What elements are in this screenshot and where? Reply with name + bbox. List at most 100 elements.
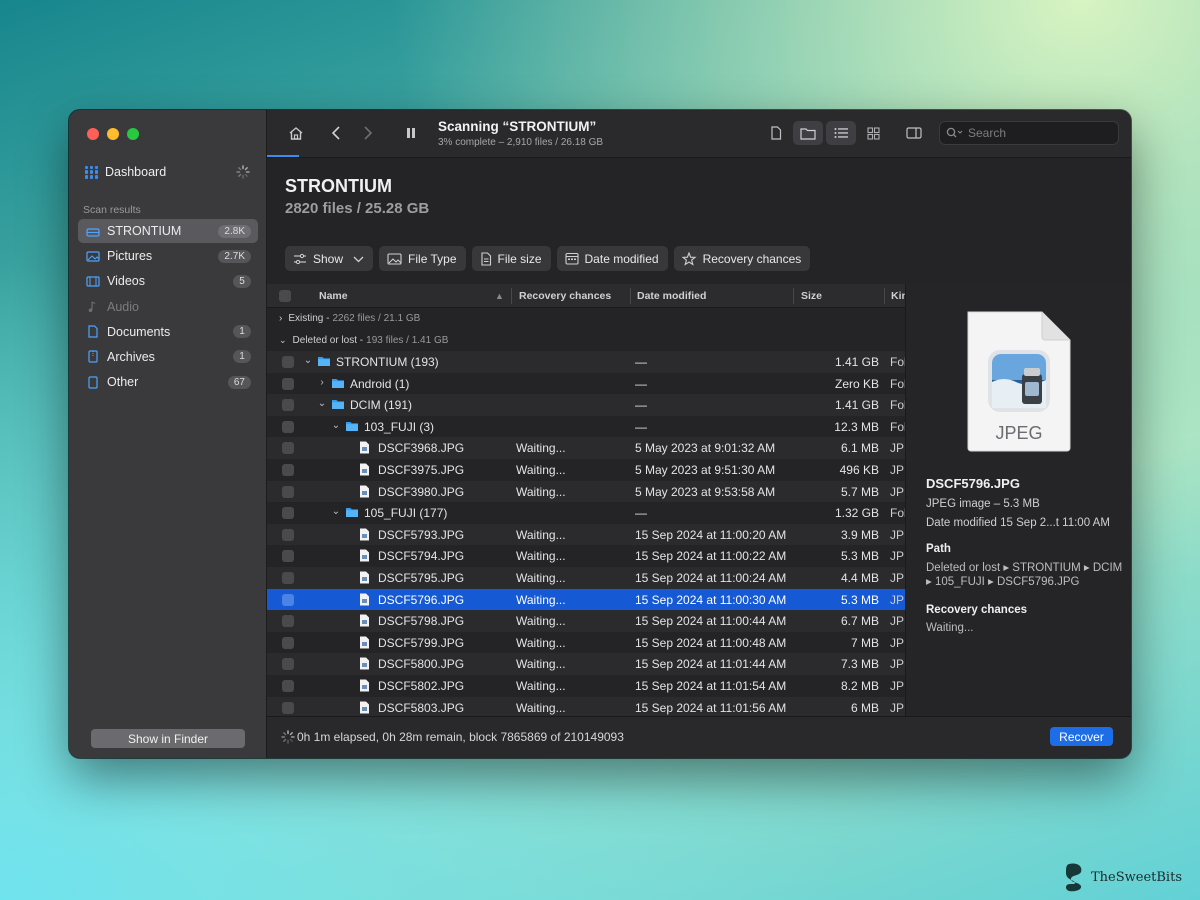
row-checkbox[interactable] — [282, 377, 294, 390]
table-row[interactable]: DSCF3980.JPG Waiting... 5 May 2023 at 9:53… — [267, 480, 905, 503]
row-checkbox[interactable] — [282, 615, 294, 628]
row-size: 6 MB — [850, 700, 879, 715]
dashboard-grid-icon — [85, 165, 98, 179]
sidebar-item-strontium[interactable]: STRONTIUM 2.8K — [78, 219, 258, 243]
image-file-icon — [359, 485, 373, 498]
table-row[interactable]: ⌄ STRONTIUM (193) — 1.41 GB Folder — [267, 351, 905, 373]
chevron-right-icon — [364, 126, 373, 140]
date-modified-filter-button[interactable]: Date modified — [556, 246, 668, 271]
row-checkbox[interactable] — [282, 507, 294, 520]
row-checkbox[interactable] — [282, 356, 294, 368]
home-tab-indicator — [267, 155, 299, 157]
column-divider — [511, 288, 512, 304]
minimize-window-button[interactable] — [107, 128, 119, 140]
table-row[interactable]: DSCF5798.JPG Waiting... 15 Sep 2024 at 11:… — [267, 610, 905, 632]
column-header-kind[interactable]: Kind — [891, 290, 905, 302]
row-checkbox[interactable] — [282, 679, 294, 692]
folder-view-button[interactable] — [793, 121, 823, 145]
search-icon — [946, 127, 963, 138]
table-row[interactable]: ⌄ 103_FUJI (3) — 12.3 MB Folder — [267, 416, 905, 438]
grid-view-button[interactable] — [858, 121, 888, 145]
sidebar-item-dashboard[interactable]: Dashboard — [85, 162, 254, 182]
table-row[interactable]: DSCF3975.JPG Waiting... 5 May 2023 at 9:51… — [267, 459, 905, 481]
column-header-date[interactable]: Date modified — [637, 290, 706, 302]
row-checkbox[interactable] — [282, 442, 294, 455]
sidebar-item-other[interactable]: Other 67 — [78, 370, 258, 394]
row-checkbox[interactable] — [282, 528, 294, 541]
chevron-down-icon[interactable]: ⌄ — [317, 398, 327, 409]
sidebar-item-audio[interactable]: Audio — [78, 295, 258, 319]
table-row[interactable]: ⌄ DCIM (191) — 1.41 GB Folder — [267, 394, 905, 416]
preview-file-name: DSCF5796.JPG — [926, 476, 1020, 491]
table-row[interactable]: DSCF5796.JPG Waiting... 15 Sep 2024 at 11:… — [267, 588, 905, 611]
file-type-filter-button[interactable]: File Type — [379, 246, 466, 271]
pause-icon — [407, 128, 415, 138]
filter-bar: Show File Type File size Date modified R… — [285, 246, 811, 271]
sidebar-item-documents[interactable]: Documents 1 — [78, 320, 258, 344]
home-button[interactable] — [285, 122, 307, 144]
sidebar-item-archives[interactable]: Archives 1 — [78, 345, 258, 369]
table-row[interactable]: DSCF5799.JPG Waiting... 15 Sep 2024 at 11:… — [267, 632, 905, 654]
forward-button[interactable] — [357, 122, 379, 144]
column-header-size[interactable]: Size — [801, 290, 822, 302]
search-field[interactable] — [939, 121, 1119, 145]
sidebar-item-videos[interactable]: Videos 5 — [78, 269, 258, 293]
table-row[interactable]: DSCF5794.JPG Waiting... 15 Sep 2024 at 11:… — [267, 545, 905, 567]
column-header-recovery[interactable]: Recovery chances — [519, 290, 611, 302]
show-filter-button[interactable]: Show — [285, 246, 374, 271]
row-name: STRONTIUM (193) — [336, 355, 439, 369]
row-checkbox[interactable] — [282, 463, 294, 476]
row-checkbox[interactable] — [282, 701, 294, 714]
row-checkbox[interactable] — [282, 420, 294, 433]
row-checkbox[interactable] — [282, 658, 294, 671]
chevron-right-icon[interactable]: › — [317, 377, 327, 388]
recover-button[interactable]: Recover — [1050, 727, 1113, 746]
show-in-finder-button[interactable]: Show in Finder — [91, 729, 245, 748]
group-deleted-or-lost[interactable]: ⌄ Deleted or lost - 193 files / 1.41 GB — [267, 330, 905, 352]
row-date-modified: 15 Sep 2024 at 11:00:24 AM — [635, 570, 787, 585]
image-file-icon — [359, 614, 373, 627]
row-checkbox[interactable] — [282, 485, 294, 498]
row-size: 3.9 MB — [840, 527, 879, 542]
table-row[interactable]: DSCF5793.JPG Waiting... 15 Sep 2024 at 11:… — [267, 523, 905, 546]
row-checkbox[interactable] — [282, 593, 294, 606]
table-row[interactable]: DSCF5800.JPG Waiting... 15 Sep 2024 at 11:… — [267, 653, 905, 675]
table-row[interactable]: DSCF3968.JPG Waiting... 5 May 2023 at 9:01… — [267, 437, 905, 459]
list-view-button[interactable] — [826, 121, 856, 145]
toggle-preview-button[interactable] — [903, 122, 925, 144]
pause-button[interactable] — [400, 122, 422, 144]
table-row[interactable]: ⌄ 105_FUJI (177) — 1.32 GB Folder — [267, 502, 905, 524]
chevron-down-icon[interactable]: ⌄ — [303, 355, 313, 366]
count-badge: 67 — [227, 375, 251, 389]
recovery-chances-filter-label: Recovery chances — [702, 251, 802, 266]
chevron-down-icon[interactable]: ⌄ — [331, 420, 341, 431]
row-checkbox[interactable] — [282, 571, 294, 584]
select-all-checkbox[interactable] — [279, 290, 291, 302]
search-input[interactable] — [968, 126, 1108, 140]
group-existing[interactable]: › Existing - 2262 files / 21.1 GB — [267, 308, 905, 330]
file-view-button[interactable] — [761, 121, 791, 145]
jpeg-file-icon: JPEG — [967, 311, 1071, 452]
row-kind: Folder — [890, 398, 905, 413]
row-checkbox[interactable] — [282, 399, 294, 412]
file-size-filter-button[interactable]: File size — [471, 246, 551, 271]
image-file-icon — [359, 701, 373, 713]
table-row[interactable]: DSCF5795.JPG Waiting... 15 Sep 2024 at 11:… — [267, 566, 905, 589]
close-window-button[interactable] — [87, 128, 99, 140]
chevron-down-icon[interactable]: ⌄ — [331, 506, 341, 517]
table-row[interactable]: DSCF5803.JPG Waiting... 15 Sep 2024 at 11:… — [267, 696, 905, 716]
zoom-window-button[interactable] — [127, 128, 139, 140]
back-button[interactable] — [325, 122, 347, 144]
table-row[interactable]: › Android (1) — Zero KB Folder — [267, 373, 905, 395]
sparkle-star-icon — [681, 251, 697, 266]
row-size: 12.3 MB — [834, 419, 879, 434]
row-checkbox[interactable] — [282, 636, 294, 649]
row-checkbox[interactable] — [282, 550, 294, 563]
sidebar-item-pictures[interactable]: Pictures 2.7K — [78, 244, 258, 268]
row-name: DSCF5803.JPG — [378, 700, 465, 715]
recovery-chances-filter-button[interactable]: Recovery chances — [673, 246, 811, 271]
sliders-icon — [293, 253, 307, 265]
column-header-name[interactable]: Name — [319, 290, 348, 302]
table-row[interactable]: DSCF5802.JPG Waiting... 15 Sep 2024 at 11:… — [267, 675, 905, 697]
row-kind: JPEG — [890, 635, 905, 650]
